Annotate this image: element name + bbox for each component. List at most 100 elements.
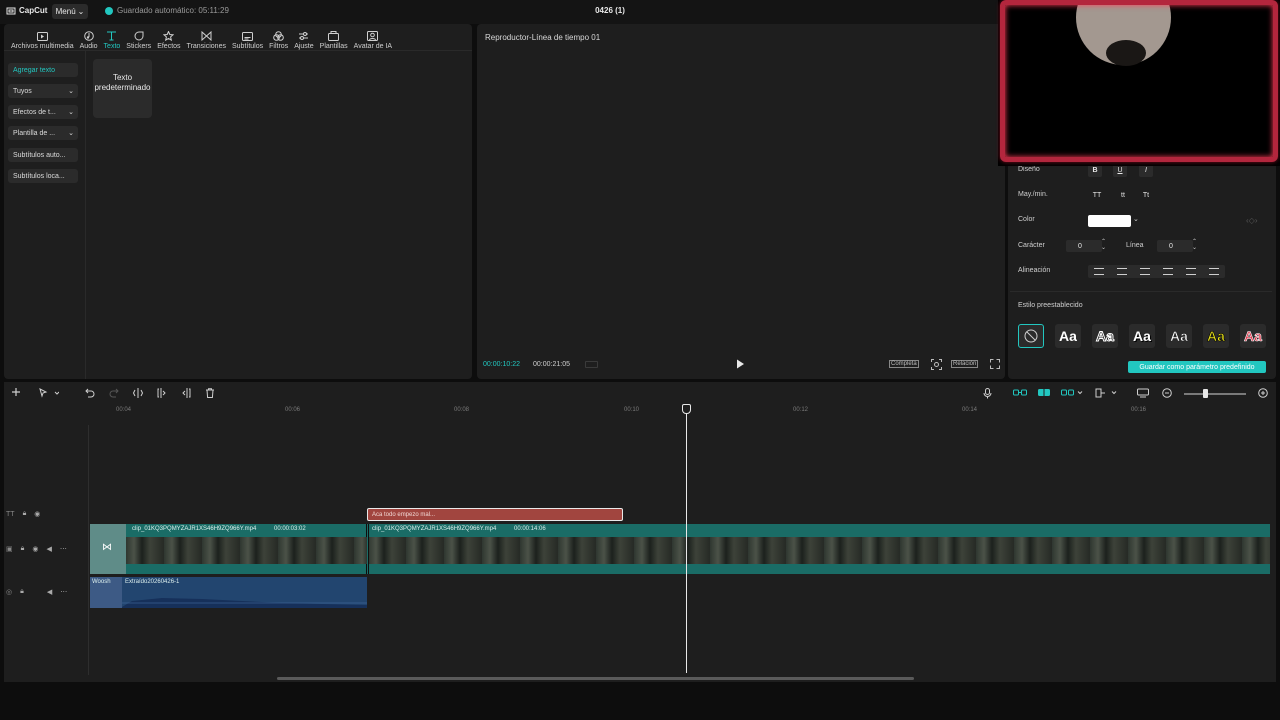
link-clips-icon [1013, 389, 1027, 396]
screenshot-button[interactable] [931, 359, 942, 370]
delete-button[interactable] [205, 388, 215, 398]
character-spacing-input[interactable]: 0 [1066, 240, 1102, 252]
tab-transitions[interactable]: Transiciones [184, 26, 229, 50]
zoom-in-button[interactable] [1258, 388, 1268, 398]
tab-label: Plantillas [319, 43, 348, 50]
tab-audio[interactable]: Audio [77, 26, 101, 50]
sidebar-item-yours[interactable]: Tuyos ⌄ [8, 84, 78, 98]
playhead[interactable] [686, 405, 687, 673]
timeline-scrollbar[interactable] [277, 677, 914, 680]
sidebar-item-add-text[interactable]: Agregar texto [8, 63, 78, 77]
sidebar-item-text-templates[interactable]: Plantilla de ... ⌄ [8, 126, 78, 140]
tab-stickers[interactable]: Stickers [123, 26, 154, 50]
tab-ai-avatar[interactable]: Avatar de IA [351, 26, 395, 50]
lock-icon[interactable]: 🔒︎ [20, 588, 24, 596]
tab-filters[interactable]: Filtros [266, 26, 291, 50]
audio-clip[interactable]: Woosh [90, 577, 122, 608]
adjust-icon [299, 32, 309, 40]
main-track-magnet-button[interactable] [1013, 388, 1027, 397]
align-top-button[interactable] [1162, 268, 1173, 275]
timecode-format-icon[interactable] [585, 361, 598, 368]
preset-yellow[interactable]: Aa [1203, 324, 1229, 348]
transition-icon[interactable]: ⋈ [102, 542, 112, 553]
line-spacing-input[interactable]: 0 [1157, 240, 1193, 252]
sidebar-item-local-subtitles[interactable]: Subtítulos loca... [8, 169, 78, 183]
play-button[interactable] [736, 359, 745, 369]
preset-white[interactable]: Aa [1055, 324, 1081, 348]
line-spacing-stepper[interactable]: ⌃ ⌄ [1192, 239, 1197, 251]
speaker-icon[interactable]: ◀︎ [46, 545, 51, 553]
playhead-handle[interactable] [682, 404, 691, 414]
chevron-down-icon[interactable]: ⌄ [1133, 215, 1139, 223]
color-label: Color [1018, 216, 1035, 223]
split-button[interactable] [133, 388, 143, 398]
zoom-slider-handle[interactable] [1203, 389, 1208, 398]
none-icon [1024, 329, 1038, 343]
save-preset-button[interactable]: Guardar como parámetro predefinido [1128, 361, 1266, 373]
text-clip-label: Aca todo empezo mal... [372, 511, 436, 518]
trim-right-button[interactable] [181, 388, 191, 398]
menu-button[interactable]: Menú ⌄ [52, 4, 88, 19]
aspect-ratio-button[interactable]: Relación [951, 360, 979, 368]
tab-templates[interactable]: Plantillas [317, 26, 351, 50]
total-time: 00:00:21:05 [533, 361, 570, 368]
full-quality-button[interactable]: Completa [889, 360, 919, 368]
tab-text[interactable]: Texto [101, 26, 124, 50]
select-tool-button[interactable] [39, 388, 59, 398]
align-center-button[interactable] [1117, 268, 1128, 275]
trim-left-button[interactable] [157, 388, 167, 398]
sidebar-item-auto-subtitles[interactable]: Subtítulos auto... [8, 148, 78, 162]
audio-clip[interactable]: Extraído20260426-1 [122, 577, 367, 608]
more-icon[interactable]: ⋯ [60, 588, 67, 596]
ruler-tick: 00:10 [624, 407, 640, 413]
character-spacing-label: Carácter [1018, 242, 1045, 249]
default-text-card[interactable]: Texto predeterminado [93, 59, 152, 118]
microphone-icon [983, 388, 992, 399]
preview-axis-button[interactable] [1095, 388, 1117, 398]
eye-icon[interactable]: ◉ [32, 545, 38, 553]
lowercase-button[interactable]: tt [1116, 189, 1130, 202]
fullscreen-button[interactable] [990, 359, 1000, 369]
audio-clip-name: Woosh [92, 579, 111, 585]
speaker-icon[interactable]: ◀︎ [47, 588, 52, 596]
lock-icon[interactable]: 🔒︎ [23, 510, 27, 518]
keyframe-icon[interactable]: ‹◇› [1246, 216, 1257, 225]
align-left-button[interactable] [1094, 268, 1105, 275]
text-clip[interactable]: Aca todo empezo mal... [367, 508, 623, 521]
sidebar-item-label: Plantilla de ... [13, 129, 56, 137]
fit-timeline-button[interactable] [1137, 388, 1149, 398]
uppercase-button[interactable]: TT [1090, 189, 1104, 202]
record-voice-button[interactable] [983, 388, 992, 399]
more-icon[interactable]: ⋯ [60, 545, 67, 553]
align-right-button[interactable] [1140, 268, 1151, 275]
preset-none[interactable] [1018, 324, 1044, 348]
tab-effects[interactable]: Efectos [154, 26, 183, 50]
undo-button[interactable] [85, 388, 95, 398]
preset-outline[interactable]: Aa [1092, 324, 1118, 348]
sidebar-item-label: Tuyos [13, 87, 32, 95]
preset-red[interactable]: Aa [1240, 324, 1266, 348]
lock-icon[interactable]: 🔒︎ [21, 545, 25, 553]
titlecase-button[interactable]: Tt [1139, 189, 1153, 202]
zoom-slider[interactable] [1184, 393, 1246, 395]
zoom-out-button[interactable] [1162, 388, 1172, 398]
tab-subtitles[interactable]: Subtítulos [229, 26, 266, 50]
add-track-button[interactable] [11, 387, 21, 397]
align-bottom-button[interactable] [1208, 268, 1219, 275]
align-middle-button[interactable] [1185, 268, 1196, 275]
preset-stroke[interactable]: Aa [1166, 324, 1192, 348]
character-spacing-stepper[interactable]: ⌃ ⌄ [1101, 239, 1106, 251]
sidebar-item-text-effects[interactable]: Efectos de t... ⌄ [8, 105, 78, 119]
tab-adjust[interactable]: Ajuste [291, 26, 316, 50]
eye-icon[interactable]: ◉ [34, 510, 40, 518]
tab-media[interactable]: Archivos multimedia [8, 26, 77, 50]
case-label: May./min. [1018, 191, 1048, 198]
linkage-button[interactable] [1061, 388, 1083, 397]
linkage-icon [1061, 389, 1083, 396]
auto-snap-button[interactable] [1037, 388, 1051, 397]
tab-label: Transiciones [186, 43, 226, 50]
trim-right-icon [182, 388, 191, 398]
preset-shadow[interactable]: Aa [1129, 324, 1155, 348]
redo-button[interactable] [109, 388, 119, 398]
color-picker[interactable] [1088, 215, 1131, 227]
